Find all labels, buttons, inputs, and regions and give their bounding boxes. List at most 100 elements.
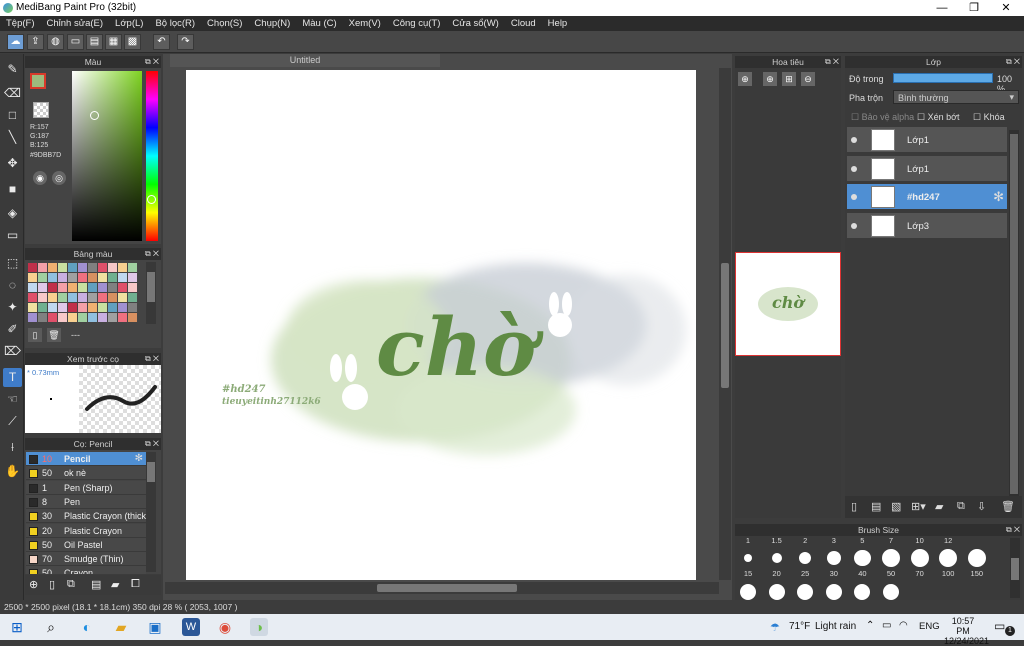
panel-close-icon[interactable]: ⧉ ✕ bbox=[1006, 524, 1020, 536]
panel-close-icon[interactable]: ⧉ ✕ bbox=[145, 353, 159, 365]
layer-item[interactable]: Lớp1 bbox=[847, 155, 1007, 182]
palette-swatch[interactable] bbox=[108, 273, 117, 282]
brush-tool-icon[interactable]: ✎ bbox=[3, 60, 22, 79]
palette-swatch[interactable] bbox=[88, 283, 97, 292]
document-tab[interactable]: Untitled bbox=[170, 54, 440, 67]
palette-swatch[interactable] bbox=[128, 273, 137, 282]
panel-icon[interactable]: ▦ bbox=[105, 34, 122, 50]
tray-chevron-up-icon[interactable]: ⌃ bbox=[866, 620, 874, 631]
palette-swatch[interactable] bbox=[68, 273, 77, 282]
palette-swatch[interactable] bbox=[78, 313, 87, 322]
menu-cloud[interactable]: Cloud bbox=[505, 16, 542, 29]
palette-swatch[interactable] bbox=[28, 263, 37, 272]
panel-close-icon[interactable]: ⧉ ✕ bbox=[145, 248, 159, 260]
brush-size-dot[interactable] bbox=[740, 584, 756, 600]
menu-snap[interactable]: Chụp(N) bbox=[248, 16, 296, 29]
search-icon[interactable]: ⌕ bbox=[42, 618, 60, 636]
medibang-icon[interactable]: ◑ bbox=[250, 618, 268, 636]
brush-item[interactable]: 50 Crayon bbox=[26, 566, 146, 574]
copy-brush-icon[interactable]: ⧉ bbox=[67, 578, 75, 591]
palette-swatch[interactable] bbox=[98, 313, 107, 322]
new-palette-icon[interactable]: ▯ bbox=[28, 328, 42, 342]
word-icon[interactable]: W bbox=[182, 618, 200, 636]
brush-size-dot[interactable] bbox=[882, 549, 900, 567]
menu-select[interactable]: Chọn(S) bbox=[201, 16, 248, 29]
layer-item[interactable]: #hd247 ✻ bbox=[847, 184, 1007, 210]
brush-size-dot[interactable] bbox=[854, 584, 871, 600]
palette-wheel-icon[interactable]: ◉ bbox=[33, 171, 47, 185]
new-brush-icon[interactable]: ▯ bbox=[49, 578, 55, 591]
menu-layer[interactable]: Lớp(L) bbox=[109, 16, 149, 29]
panel-close-icon[interactable]: ⧉ ✕ bbox=[825, 56, 839, 68]
menu-help[interactable]: Help bbox=[542, 16, 574, 29]
palette-swatch[interactable] bbox=[128, 313, 137, 322]
palette-swatch[interactable] bbox=[78, 273, 87, 282]
brush-item[interactable]: 30 Plastic Crayon (thick) bbox=[26, 509, 149, 524]
brush-folder-icon[interactable]: ▰ bbox=[111, 578, 119, 591]
palette-swatch[interactable] bbox=[28, 273, 37, 282]
rectangle-tool-icon[interactable]: □ bbox=[3, 106, 22, 125]
canvas-vertical-scrollbar[interactable] bbox=[719, 68, 731, 580]
palette-swatch[interactable] bbox=[128, 303, 137, 312]
palette-swatch[interactable] bbox=[98, 293, 107, 302]
brush-size-dot[interactable] bbox=[826, 550, 842, 566]
palette-swatch[interactable] bbox=[108, 283, 117, 292]
brush-settings-icon[interactable]: ▤ bbox=[91, 578, 101, 591]
weather-text[interactable]: Light rain bbox=[815, 621, 856, 632]
palette-swatch[interactable] bbox=[28, 313, 37, 322]
brush-size-dot[interactable] bbox=[768, 584, 785, 600]
gradient-tool-icon[interactable]: ▭ bbox=[3, 226, 22, 245]
move-tool-icon[interactable]: ✥ bbox=[3, 154, 22, 173]
visibility-eye-icon[interactable] bbox=[851, 165, 857, 172]
edge-icon[interactable]: ◐ bbox=[78, 618, 96, 636]
saturation-value-picker[interactable] bbox=[72, 71, 142, 241]
grid-icon[interactable]: ▩ bbox=[124, 34, 141, 50]
menu-edit[interactable]: Chỉnh sửa(E) bbox=[41, 16, 110, 29]
palette-swatch[interactable] bbox=[118, 313, 127, 322]
palette-swatch[interactable] bbox=[48, 313, 57, 322]
drawing-canvas[interactable]: chờ #hd247 tieuyeitinh27112k6 bbox=[186, 70, 696, 580]
brush-size-dot[interactable] bbox=[967, 549, 986, 567]
palette-swatch[interactable] bbox=[48, 273, 57, 282]
brush-item[interactable]: 8 Pen bbox=[26, 494, 146, 509]
canvas-horizontal-scrollbar[interactable] bbox=[165, 582, 719, 594]
palette-swatch[interactable] bbox=[38, 263, 47, 272]
fill-shape-tool-icon[interactable]: ■ bbox=[3, 180, 22, 199]
menu-window[interactable]: Cửa sổ(W) bbox=[446, 16, 504, 29]
brush-size-dot[interactable] bbox=[854, 549, 871, 567]
select-tool-icon[interactable]: ⬚ bbox=[3, 254, 22, 273]
network-icon[interactable]: ▭ bbox=[882, 620, 891, 631]
palette-swatch[interactable] bbox=[98, 273, 107, 282]
divide-tool-icon[interactable]: ⟋ bbox=[3, 412, 22, 431]
menu-color[interactable]: Màu (C) bbox=[296, 16, 342, 29]
brush-item[interactable]: 50 ok nè bbox=[26, 466, 146, 481]
brush-item[interactable]: 70 Smudge (Thin) bbox=[26, 552, 146, 567]
palette-swatch[interactable] bbox=[68, 293, 77, 302]
palette-swatch[interactable] bbox=[28, 293, 37, 302]
lasso-tool-icon[interactable]: ◌ bbox=[3, 276, 22, 295]
select-pen-icon[interactable]: ✐ bbox=[3, 320, 22, 339]
palette-swatch[interactable] bbox=[38, 303, 47, 312]
blend-mode-select[interactable]: Bình thường ▾ bbox=[893, 90, 1019, 104]
panel-close-icon[interactable]: ⧉ ✕ bbox=[1006, 56, 1020, 68]
palette-swatch[interactable] bbox=[38, 293, 47, 302]
magic-wand-icon[interactable]: ✦ bbox=[3, 298, 22, 317]
palette-swatch[interactable] bbox=[108, 303, 117, 312]
weather-icon[interactable]: ☂ bbox=[770, 621, 780, 634]
palette-swatch[interactable] bbox=[88, 303, 97, 312]
brush-size-dot[interactable] bbox=[825, 584, 842, 600]
windows-start-icon[interactable]: ⊞ bbox=[8, 618, 26, 636]
palette-swatch[interactable] bbox=[98, 283, 107, 292]
hue-slider[interactable] bbox=[146, 71, 158, 241]
menu-file[interactable]: Tệp(F) bbox=[0, 16, 41, 29]
palette-swatch[interactable] bbox=[88, 313, 97, 322]
wifi-icon[interactable]: ◠ bbox=[899, 620, 908, 631]
close-button[interactable]: ✕ bbox=[990, 0, 1022, 16]
visibility-eye-icon[interactable] bbox=[851, 194, 857, 200]
palette-swatch[interactable] bbox=[78, 283, 87, 292]
palette-swatch[interactable] bbox=[58, 293, 67, 302]
hue-cursor[interactable] bbox=[147, 195, 156, 204]
brush-item[interactable]: 10 Pencil ✻ bbox=[26, 452, 146, 466]
picker-cursor[interactable] bbox=[90, 111, 99, 120]
palette-swatch[interactable] bbox=[28, 283, 37, 292]
